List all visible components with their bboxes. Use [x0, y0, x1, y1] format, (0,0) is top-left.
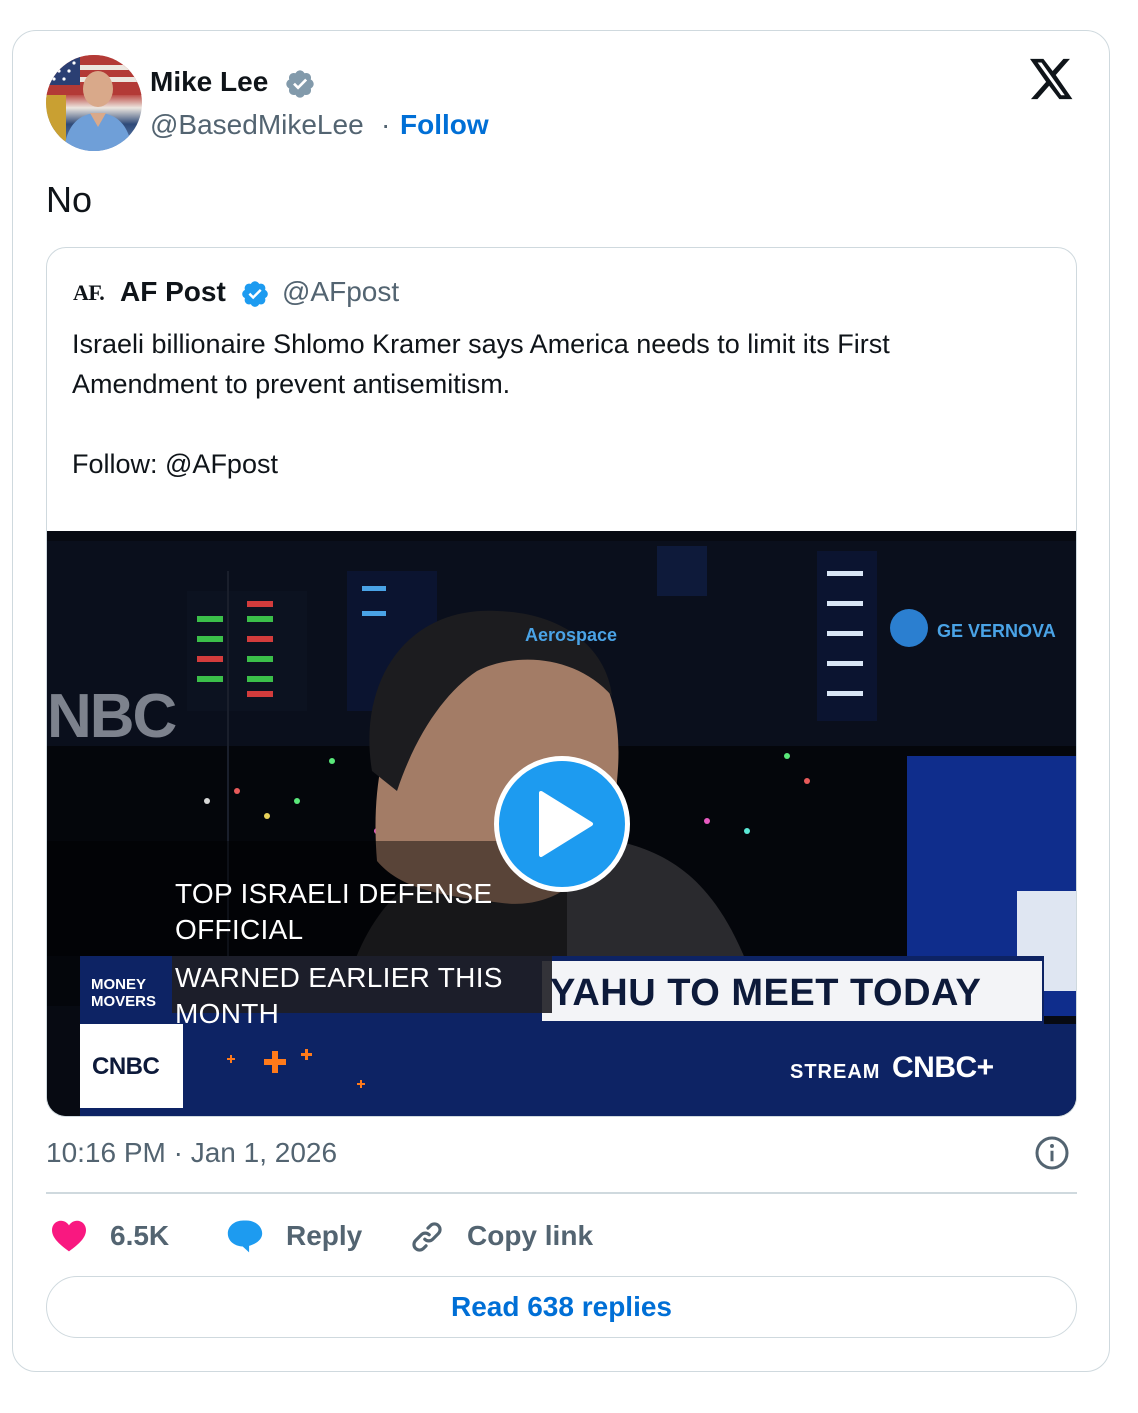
- tweet-timestamp[interactable]: 10:16 PM · Jan 1, 2026: [46, 1135, 337, 1171]
- copy-link-button[interactable]: Copy link: [408, 1216, 608, 1256]
- verified-gray-badge-icon: [286, 70, 314, 98]
- play-icon: [539, 791, 593, 857]
- network-logo: CNBC: [92, 1053, 160, 1080]
- like-count: 6.5K: [110, 1220, 170, 1251]
- quoted-author-handle[interactable]: @AFpost: [282, 274, 399, 310]
- heart-icon: [52, 1220, 86, 1252]
- quoted-author-avatar[interactable]: AF.: [73, 280, 105, 306]
- show-name-line: MONEY: [91, 976, 147, 993]
- show-name-line: MOVERS: [91, 993, 157, 1010]
- news-ticker: YAHU TO MEET TODAY: [550, 972, 982, 1014]
- like-button[interactable]: 6.5K: [50, 1216, 180, 1256]
- reply-button[interactable]: Reply: [225, 1216, 365, 1256]
- divider: [46, 1192, 1077, 1194]
- video-caption-line: OFFICIAL: [175, 914, 304, 945]
- speech-bubble-icon: [227, 1220, 263, 1253]
- video-caption-line: WARNED EARLIER THIS: [175, 962, 503, 993]
- author-name[interactable]: Mike Lee: [150, 64, 268, 100]
- read-replies-button[interactable]: Read 638 replies: [46, 1276, 1077, 1338]
- wall-network-logo: NBC: [47, 682, 177, 751]
- stream-brand: CNBC+: [892, 1051, 994, 1084]
- video-player[interactable]: NBC Aerospace GE VERNOVA TOP ISRAELI DEF…: [47, 531, 1076, 1116]
- video-caption-line: MONTH: [175, 998, 280, 1029]
- play-button[interactable]: [494, 756, 630, 892]
- show-name: MONEY MOVERS: [91, 976, 156, 1010]
- video-caption-line: TOP ISRAELI DEFENSE: [175, 878, 493, 909]
- tweet-text: No: [46, 179, 93, 220]
- separator-dot: ·: [381, 109, 391, 140]
- author-avatar[interactable]: [46, 55, 142, 151]
- x-logo-icon[interactable]: [1030, 58, 1074, 100]
- quoted-follow-line: Follow: @AFpost: [72, 449, 278, 479]
- wall-sign-ge: GE VERNOVA: [937, 621, 1056, 641]
- follow-button[interactable]: Follow: [400, 107, 489, 143]
- copy-link-label: Copy link: [467, 1220, 594, 1251]
- link-icon: [412, 1222, 442, 1252]
- stream-label: STREAM: [790, 1061, 881, 1083]
- author-handle[interactable]: @BasedMikeLee: [150, 107, 364, 143]
- quoted-tweet[interactable]: AF. AF Post @AFpost Israeli billionaire …: [46, 247, 1077, 1117]
- quoted-tweet-text: Israeli billionaire Shlomo Kramer says A…: [72, 329, 890, 399]
- info-icon[interactable]: [1034, 1135, 1070, 1171]
- reply-label: Reply: [286, 1220, 363, 1251]
- verified-blue-badge-icon: [242, 281, 268, 307]
- quoted-author-name[interactable]: AF Post: [120, 274, 226, 310]
- wall-sign-aerospace: Aerospace: [525, 625, 618, 645]
